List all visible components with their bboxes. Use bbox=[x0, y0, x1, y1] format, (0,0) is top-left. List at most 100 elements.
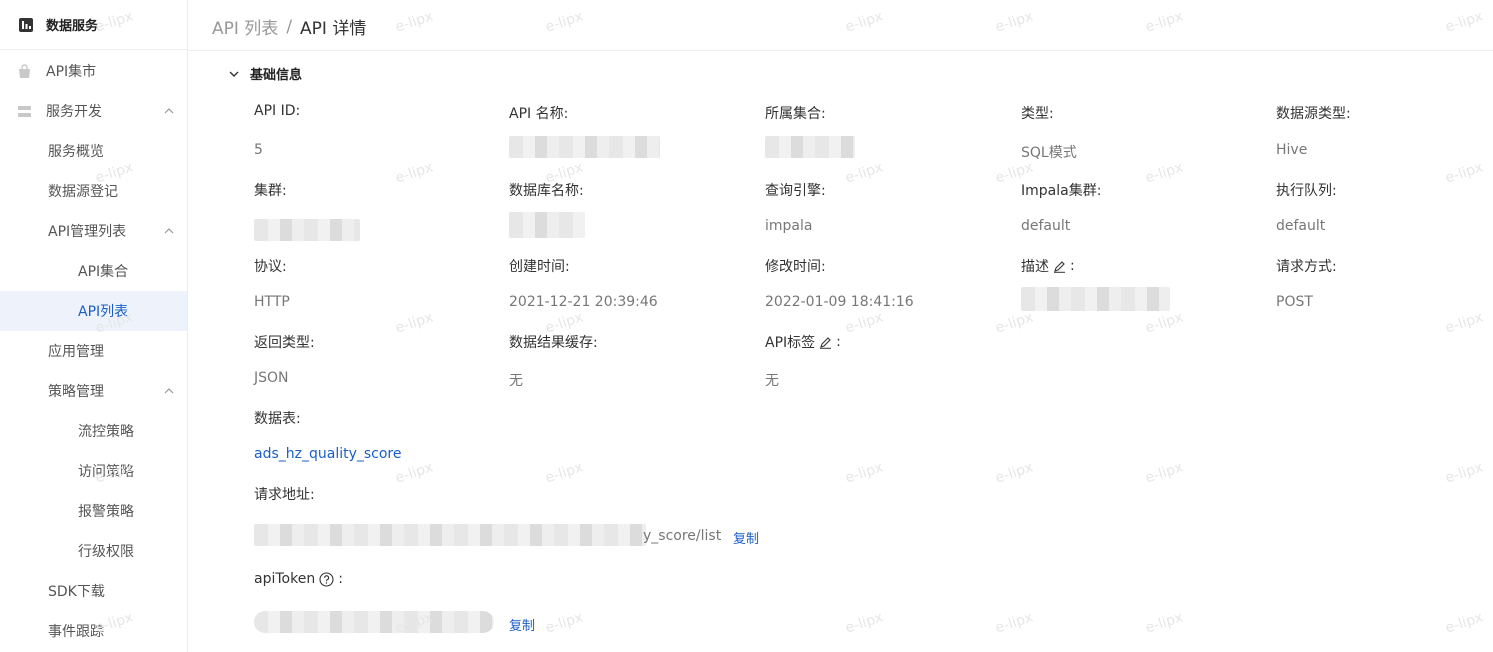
bag-icon bbox=[19, 63, 30, 78]
sidebar-brand[interactable]: 数据服务 bbox=[0, 0, 187, 50]
divider bbox=[188, 50, 1493, 51]
field-label-impala-cluster: Impala集群: bbox=[1021, 183, 1102, 199]
sidebar-item-label: 行级权限 bbox=[78, 544, 134, 560]
chevron-up-icon bbox=[164, 388, 174, 394]
token-label-suffix: : bbox=[338, 571, 343, 587]
redacted-db-name bbox=[509, 212, 585, 238]
sidebar-item-event-tracking[interactable]: 事件跟踪 bbox=[0, 611, 187, 651]
field-label-url: 请求地址: bbox=[254, 487, 315, 503]
help-icon[interactable] bbox=[319, 571, 334, 587]
field-label-tags: API标签 : bbox=[765, 332, 841, 352]
field-label-cluster: 集群: bbox=[254, 183, 287, 199]
sidebar-item-row-permission[interactable]: 行级权限 bbox=[0, 531, 187, 571]
sidebar-item-label: 服务概览 bbox=[48, 144, 104, 160]
field-label-desc: 描述 : bbox=[1021, 256, 1075, 276]
field-label-modified: 修改时间: bbox=[765, 259, 826, 275]
field-label-queue: 执行队列: bbox=[1276, 183, 1337, 199]
copy-token-button[interactable]: 复制 bbox=[509, 615, 535, 634]
main-content: API 列表 / API 详情 基础信息 API ID: 5 API 名称: 所… bbox=[188, 0, 1493, 652]
field-label-cache: 数据结果缓存: bbox=[509, 335, 598, 351]
field-value-tags: 无 bbox=[765, 373, 779, 389]
sidebar-item-label: 应用管理 bbox=[48, 344, 104, 360]
field-value-type: SQL模式 bbox=[1021, 145, 1077, 161]
server-icon bbox=[18, 105, 31, 117]
edit-icon[interactable] bbox=[1053, 260, 1066, 273]
sidebar-item-service-dev[interactable]: 服务开发 bbox=[0, 91, 187, 131]
sidebar-item-label: API管理列表 bbox=[48, 224, 127, 240]
sidebar-item-label: API列表 bbox=[78, 304, 129, 320]
sidebar-item-label: 策略管理 bbox=[48, 384, 104, 400]
field-label-type: 类型: bbox=[1021, 106, 1054, 122]
desc-label-suffix: : bbox=[1070, 258, 1075, 274]
sidebar-item-alert-policy[interactable]: 报警策略 bbox=[0, 491, 187, 531]
edit-icon[interactable] bbox=[819, 336, 832, 349]
field-value-return-type: JSON bbox=[254, 370, 289, 386]
field-value-api-id: 5 bbox=[254, 142, 263, 158]
sidebar-item-service-overview[interactable]: 服务概览 bbox=[0, 131, 187, 171]
field-label-return-type: 返回类型: bbox=[254, 335, 315, 351]
chevron-up-icon bbox=[164, 108, 174, 114]
redacted-url bbox=[254, 524, 646, 546]
sidebar-item-flow-policy[interactable]: 流控策略 bbox=[0, 411, 187, 451]
desc-label-text: 描述 bbox=[1021, 259, 1049, 275]
breadcrumb: API 列表 / API 详情 bbox=[212, 14, 367, 40]
redacted-api-name bbox=[509, 136, 660, 158]
breadcrumb-separator: / bbox=[286, 16, 293, 37]
sidebar-item-api-collection[interactable]: API集合 bbox=[0, 251, 187, 291]
field-label-collection: 所属集合: bbox=[765, 106, 826, 122]
field-value-modified: 2022-01-09 18:41:16 bbox=[765, 294, 914, 310]
field-value-engine: impala bbox=[765, 218, 813, 234]
sidebar-item-label: SDK下载 bbox=[48, 584, 105, 600]
copy-url-button[interactable]: 复制 bbox=[733, 528, 759, 547]
field-label-ds-type: 数据源类型: bbox=[1276, 106, 1351, 122]
field-value-created: 2021-12-21 20:39:46 bbox=[509, 294, 658, 310]
sidebar-item-api-market[interactable]: API集市 bbox=[0, 51, 187, 91]
sidebar: 数据服务 API集市 服务开发 服务概览 数据源登记 API管理列表 API集合… bbox=[0, 0, 188, 652]
sidebar-item-datasource-register[interactable]: 数据源登记 bbox=[0, 171, 187, 211]
field-value-ds-type: Hive bbox=[1276, 142, 1308, 158]
field-label-db-name: 数据库名称: bbox=[509, 183, 584, 199]
breadcrumb-current: API 详情 bbox=[300, 19, 367, 39]
redacted-desc bbox=[1021, 287, 1170, 311]
sidebar-item-policy-management[interactable]: 策略管理 bbox=[0, 371, 187, 411]
field-label-api-id: API ID: bbox=[254, 103, 301, 119]
field-label-engine: 查询引擎: bbox=[765, 183, 826, 199]
sidebar-item-label: API集市 bbox=[46, 64, 97, 80]
field-value-queue: default bbox=[1276, 218, 1326, 234]
field-label-method: 请求方式: bbox=[1276, 259, 1337, 275]
field-label-table: 数据表: bbox=[254, 411, 301, 427]
sidebar-item-label: API集合 bbox=[78, 264, 129, 280]
sidebar-item-app-management[interactable]: 应用管理 bbox=[0, 331, 187, 371]
chevron-up-icon bbox=[164, 228, 174, 234]
sidebar-item-label: 服务开发 bbox=[46, 104, 102, 120]
sidebar-item-label: 数据源登记 bbox=[48, 184, 118, 200]
sidebar-item-label: 访问策略 bbox=[78, 464, 134, 480]
sidebar-item-access-policy[interactable]: 访问策略 bbox=[0, 451, 187, 491]
brand-label: 数据服务 bbox=[46, 19, 99, 34]
redacted-cluster bbox=[254, 219, 360, 241]
section-header-basic-info[interactable]: 基础信息 bbox=[228, 64, 302, 83]
field-value-cache: 无 bbox=[509, 373, 523, 389]
field-label-protocol: 协议: bbox=[254, 259, 287, 275]
tags-label-suffix: : bbox=[836, 334, 841, 350]
sidebar-item-api-list[interactable]: API列表 bbox=[0, 291, 187, 331]
redacted-collection bbox=[765, 136, 855, 158]
field-value-url-tail: y_score/list bbox=[643, 528, 722, 544]
field-label-created: 创建时间: bbox=[509, 259, 570, 275]
field-value-table-link[interactable]: ads_hz_quality_score bbox=[254, 446, 402, 462]
sidebar-item-label: 报警策略 bbox=[78, 504, 134, 520]
token-label-text: apiToken bbox=[254, 571, 316, 587]
chart-icon bbox=[19, 17, 33, 32]
sidebar-item-label: 流控策略 bbox=[78, 424, 134, 440]
field-value-impala-cluster: default bbox=[1021, 218, 1071, 234]
sidebar-item-api-management[interactable]: API管理列表 bbox=[0, 211, 187, 251]
field-value-protocol: HTTP bbox=[254, 294, 290, 310]
breadcrumb-parent[interactable]: API 列表 bbox=[212, 14, 278, 39]
sidebar-item-label: 事件跟踪 bbox=[48, 624, 104, 640]
tags-label-text: API标签 bbox=[765, 335, 816, 351]
section-title: 基础信息 bbox=[250, 68, 303, 83]
field-label-api-name: API 名称: bbox=[509, 106, 569, 122]
sidebar-item-sdk-download[interactable]: SDK下载 bbox=[0, 571, 187, 611]
chevron-down-icon bbox=[229, 71, 239, 77]
field-label-token: apiToken : bbox=[254, 571, 343, 587]
